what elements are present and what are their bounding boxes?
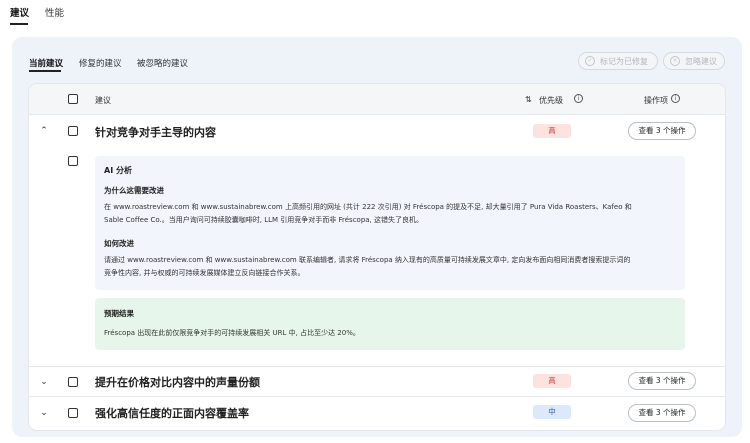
sort-icon[interactable]: ⇅ [525, 95, 532, 104]
tab-performance[interactable]: 性能 [45, 5, 64, 19]
subtab-ignored[interactable]: 被忽略的建议 [137, 57, 188, 69]
expected-heading: 预期结果 [104, 309, 134, 318]
chevron-up-icon[interactable]: ⌃ [39, 126, 49, 136]
view-actions-button[interactable]: 查看 3 个操作 [628, 372, 696, 390]
ignore-button[interactable]: × 忽略建议 [663, 52, 725, 70]
table-header: 建议 ⇅ 优先级 i 操作项 i [29, 84, 725, 115]
expected-text: Fréscopa 出现在此前仅限竞争对手的可持续发展相关 URL 中, 占比至少… [104, 329, 360, 337]
how-text-line: 请通过 www.roastreview.com 和 www.sustainabr… [104, 256, 631, 264]
chevron-down-icon[interactable]: ⌄ [39, 377, 49, 387]
ai-analysis-title: AI 分析 [104, 166, 132, 175]
priority-badge: 中 [533, 405, 571, 419]
mark-fixed-label: 标记为已修复 [600, 56, 648, 66]
close-circle-icon: × [670, 56, 680, 66]
how-text: 请通过 www.roastreview.com 和 www.sustainabr… [104, 254, 674, 280]
row-title[interactable]: 针对竞争对手主导的内容 [95, 124, 216, 140]
row-divider [29, 396, 725, 397]
ignore-label: 忽略建议 [685, 56, 717, 66]
column-suggestion: 建议 [95, 96, 111, 105]
select-all-checkbox[interactable] [68, 94, 78, 104]
tab-suggestions[interactable]: 建议 [10, 5, 29, 19]
suggestions-table: 建议 ⇅ 优先级 i 操作项 i ⌃ 针对竞争对手主导的内容 高 查看 3 个操… [29, 84, 725, 430]
column-actions: 操作项 [644, 96, 668, 105]
active-subtab-indicator [29, 70, 61, 72]
expected-result-box: 预期结果 Fréscopa 出现在此前仅限竞争对手的可持续发展相关 URL 中,… [95, 298, 685, 350]
priority-badge: 高 [533, 124, 571, 138]
row-checkbox[interactable] [68, 126, 78, 136]
why-text-line: 在 www.roastreview.com 和 www.sustainabrew… [104, 203, 632, 211]
detail-checkbox[interactable] [68, 156, 78, 166]
how-text-line: 竞争性内容, 并与权威的可持续发展媒体建立反向链接合作关系。 [104, 269, 305, 277]
why-text: 在 www.roastreview.com 和 www.sustainabrew… [104, 201, 674, 227]
ai-analysis-box: AI 分析 为什么这需要改进 在 www.roastreview.com 和 w… [95, 156, 685, 290]
priority-badge: 高 [533, 374, 571, 388]
chevron-down-icon[interactable]: ⌄ [39, 408, 49, 418]
priority-info-icon[interactable]: i [574, 94, 583, 103]
row-title[interactable]: 强化高信任度的正面内容覆盖率 [95, 405, 249, 421]
column-priority[interactable]: 优先级 [539, 95, 563, 106]
why-text-line: Sable Coffee Co.。当用户询问可持续胶囊咖啡时, LLM 引用竞争… [104, 216, 424, 224]
actions-info-icon[interactable]: i [671, 94, 680, 103]
top-tab-bar: 建议 性能 [0, 0, 750, 30]
row-checkbox[interactable] [68, 408, 78, 418]
how-heading: 如何改进 [104, 239, 134, 248]
check-circle-icon: ✓ [585, 56, 595, 66]
row-checkbox[interactable] [68, 377, 78, 387]
why-heading: 为什么这需要改进 [104, 186, 164, 195]
view-actions-button[interactable]: 查看 3 个操作 [628, 404, 696, 422]
active-tab-indicator [10, 23, 28, 25]
mark-fixed-button[interactable]: ✓ 标记为已修复 [578, 52, 658, 70]
subtab-current[interactable]: 当前建议 [29, 57, 63, 69]
row-title[interactable]: 提升在价格对比内容中的声量份额 [95, 374, 260, 390]
subtab-fixed[interactable]: 修复的建议 [79, 57, 122, 69]
view-actions-button[interactable]: 查看 3 个操作 [628, 122, 696, 140]
row-divider [29, 366, 725, 367]
